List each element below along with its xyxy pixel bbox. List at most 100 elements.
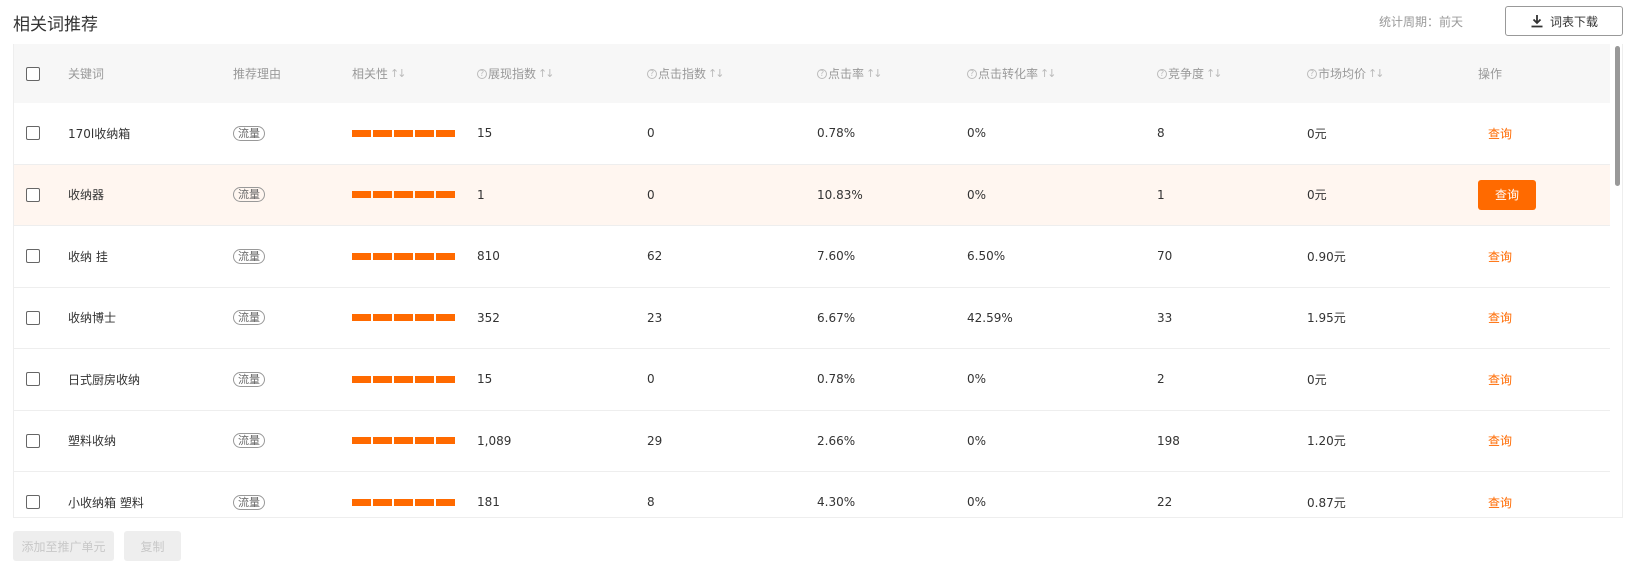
relevance-segment <box>373 129 392 137</box>
cell-impressions: 1,089 <box>477 433 512 448</box>
cell-cvr: 6.50% <box>967 249 1006 264</box>
relevance-segment <box>436 252 455 260</box>
cell-impressions: 352 <box>477 310 500 325</box>
col-price[interactable]: ? 市场均价 ↑↓ <box>1307 44 1385 103</box>
relevance-segment <box>394 314 413 322</box>
cell-ctr: 0.78% <box>817 372 856 387</box>
keyword-table: 关键词 推荐理由 相关性 ↑↓ ? 展现指数 ↑↓ ? 点击指数 ↑↓ ? 点击率 ↑↓ ? 点… <box>13 44 1623 518</box>
relevance-bars <box>352 498 455 506</box>
relevance-segment <box>394 191 413 199</box>
relevance-segment <box>436 191 455 199</box>
cell-keyword: 收纳器 <box>68 188 105 203</box>
query-link[interactable]: 查询 <box>1488 125 1512 142</box>
vertical-scrollbar[interactable] <box>1615 46 1620 186</box>
cell-price: 0.87元 <box>1307 495 1346 510</box>
col-reason: 推荐理由 <box>233 67 282 81</box>
cell-competition: 22 <box>1157 495 1173 510</box>
reason-badge: 流量 <box>233 433 265 449</box>
relevance-segment <box>394 129 413 137</box>
cell-price: 0元 <box>1307 126 1327 141</box>
reason-badge: 流量 <box>233 310 265 326</box>
cell-cvr: 0% <box>967 187 987 202</box>
stat-period: 统计周期：前天 <box>1378 15 1463 29</box>
relevance-bars <box>352 129 455 137</box>
row-checkbox[interactable] <box>26 126 40 141</box>
relevance-segment <box>415 129 434 137</box>
relevance-bars <box>352 191 455 199</box>
copy-button[interactable]: 复制 <box>124 531 181 561</box>
col-relevance[interactable]: 相关性 ↑↓ <box>352 44 407 103</box>
cell-keyword: 日式厨房收纳 <box>68 372 141 387</box>
select-all-checkbox[interactable] <box>26 66 40 81</box>
help-icon: ? <box>647 68 657 79</box>
row-checkbox[interactable] <box>26 495 40 510</box>
col-competition[interactable]: ? 竞争度 ↑↓ <box>1157 44 1223 103</box>
relevance-segment <box>373 191 392 199</box>
relevance-segment <box>436 375 455 383</box>
query-link[interactable]: 查询 <box>1488 371 1512 388</box>
reason-badge: 流量 <box>233 187 265 203</box>
relevance-segment <box>415 375 434 383</box>
help-icon: ? <box>1157 68 1167 79</box>
cell-cvr: 0% <box>967 433 987 448</box>
cell-competition: 33 <box>1157 310 1173 325</box>
relevance-segment <box>352 498 371 506</box>
col-clicks[interactable]: ? 点击指数 ↑↓ <box>647 44 725 103</box>
row-checkbox[interactable] <box>26 249 40 264</box>
help-icon: ? <box>817 68 827 79</box>
sort-icon: ↑↓ <box>708 67 725 80</box>
cell-keyword: 小收纳箱 塑料 <box>68 495 144 510</box>
cell-impressions: 1 <box>477 187 485 202</box>
col-impressions[interactable]: ? 展现指数 ↑↓ <box>477 44 555 103</box>
cell-keyword: 170l收纳箱 <box>68 126 131 141</box>
table-row: 塑料收纳 流量 1,089 29 2.66% 0% 198 1.20元 查询 <box>14 411 1610 472</box>
query-link[interactable]: 查询 <box>1488 309 1512 326</box>
relevance-segment <box>415 498 434 506</box>
page-header: 相关词推荐 统计周期：前天 词表下载 <box>13 0 1623 44</box>
cell-ctr: 2.66% <box>817 433 856 448</box>
query-link[interactable]: 查询 <box>1488 432 1512 449</box>
col-keyword: 关键词 <box>68 67 105 81</box>
cell-competition: 1 <box>1157 187 1165 202</box>
row-checkbox[interactable] <box>26 187 40 202</box>
cell-ctr: 6.67% <box>817 310 856 325</box>
cell-cvr: 0% <box>967 495 987 510</box>
relevance-segment <box>373 437 392 445</box>
sort-icon: ↑↓ <box>390 67 407 80</box>
relevance-segment <box>394 252 413 260</box>
cell-competition: 8 <box>1157 126 1165 141</box>
relevance-segment <box>415 437 434 445</box>
cell-impressions: 15 <box>477 126 493 141</box>
sort-icon: ↑↓ <box>1206 67 1223 80</box>
relevance-segment <box>436 314 455 322</box>
query-link[interactable]: 查询 <box>1488 248 1512 265</box>
relevance-segment <box>415 314 434 322</box>
sort-icon: ↑↓ <box>1368 67 1385 80</box>
reason-badge: 流量 <box>233 371 265 387</box>
query-button[interactable]: 查询 <box>1478 179 1536 210</box>
cell-ctr: 7.60% <box>817 249 856 264</box>
sort-icon: ↑↓ <box>1040 67 1057 80</box>
relevance-segment <box>352 375 371 383</box>
add-to-unit-button[interactable]: 添加至推广单元 <box>13 531 114 561</box>
col-ctr[interactable]: ? 点击率 ↑↓ <box>817 44 883 103</box>
cell-impressions: 181 <box>477 495 500 510</box>
cell-impressions: 15 <box>477 372 493 387</box>
relevance-segment <box>436 129 455 137</box>
cell-price: 0.90元 <box>1307 249 1346 264</box>
row-checkbox[interactable] <box>26 372 40 387</box>
row-checkbox[interactable] <box>26 310 40 325</box>
relevance-segment <box>436 498 455 506</box>
download-label: 词表下载 <box>1549 14 1598 29</box>
row-checkbox[interactable] <box>26 433 40 448</box>
reason-badge: 流量 <box>233 125 265 141</box>
download-list-button[interactable]: 词表下载 <box>1505 6 1623 36</box>
cell-impressions: 810 <box>477 249 500 264</box>
relevance-segment <box>415 191 434 199</box>
cell-keyword: 收纳 挂 <box>68 249 108 264</box>
query-link[interactable]: 查询 <box>1488 494 1512 511</box>
col-cvr[interactable]: ? 点击转化率 ↑↓ <box>967 44 1057 103</box>
table-row: 小收纳箱 塑料 流量 181 8 4.30% 0% 22 0.87元 查询 <box>14 472 1610 517</box>
relevance-segment <box>373 375 392 383</box>
cell-ctr: 10.83% <box>817 187 863 202</box>
